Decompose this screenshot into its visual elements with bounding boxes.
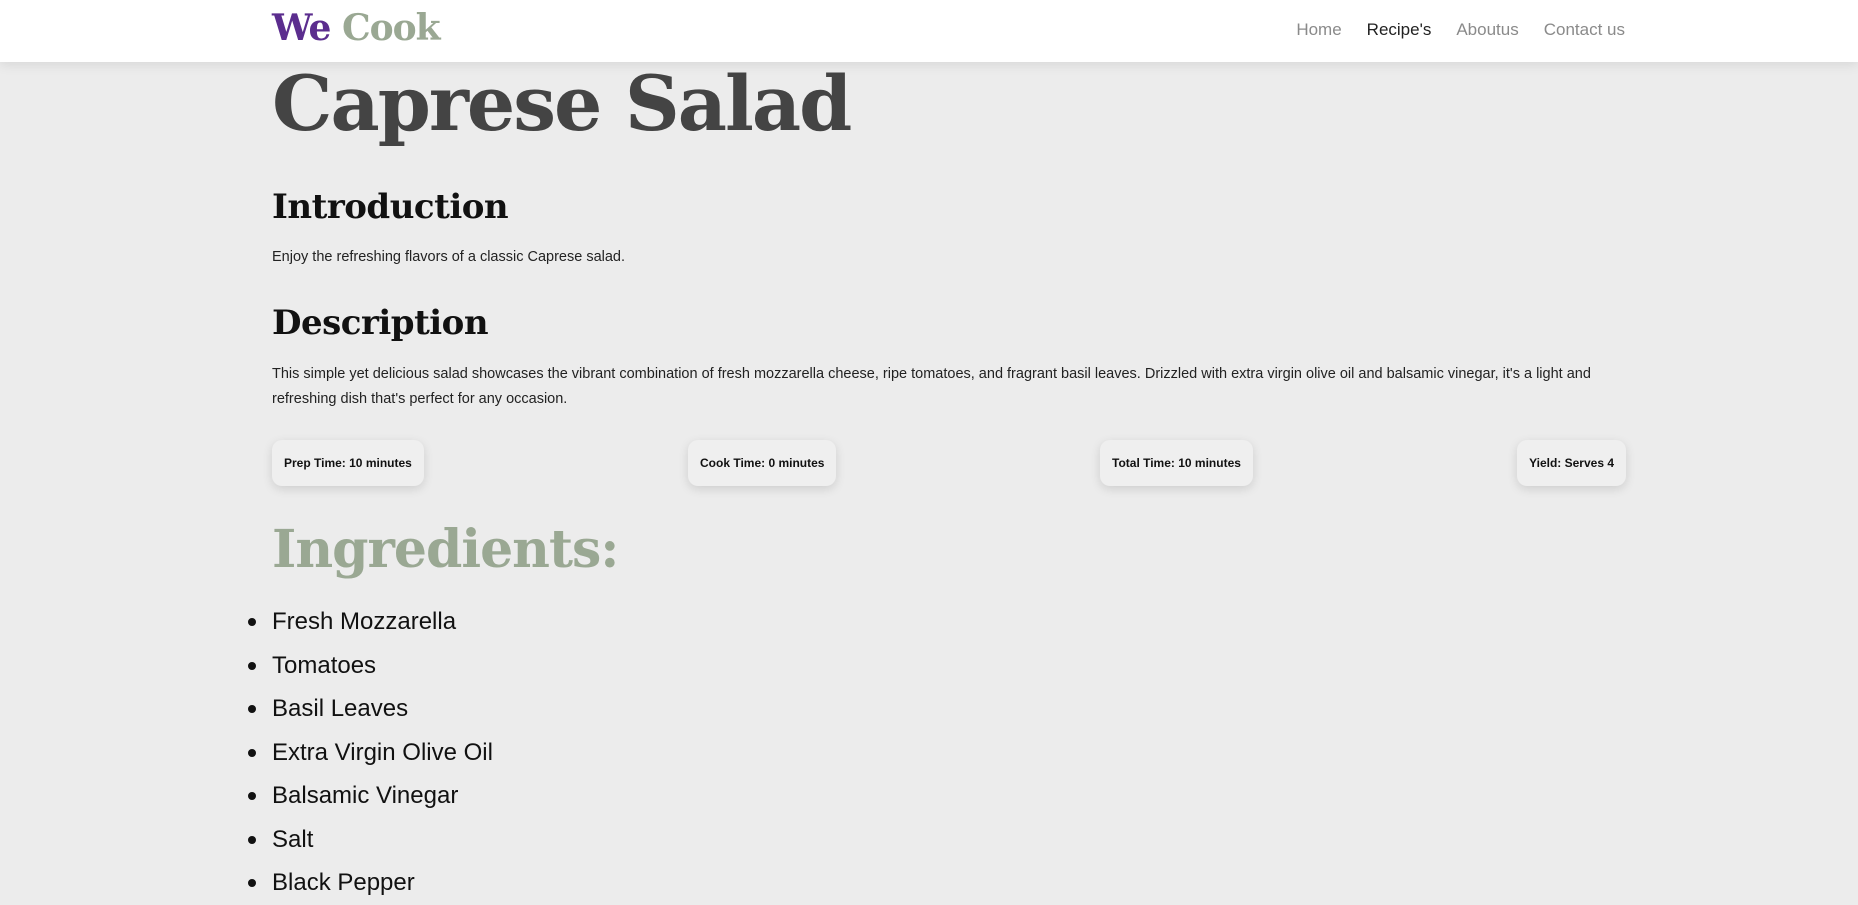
nav-link-contact[interactable]: Contact us: [1544, 19, 1625, 41]
ingredient-label: Tomatoes: [272, 651, 377, 679]
ingredient-label: Extra Virgin Olive Oil: [272, 738, 493, 766]
list-item: Tomatoes: [248, 644, 493, 688]
recipe-title: Caprese Salad: [272, 59, 852, 148]
ingredient-label: Fresh Mozzarella: [272, 608, 457, 635]
brand-cook: Cook: [341, 7, 441, 49]
list-item: Fresh Mozzarella: [248, 600, 493, 644]
description-heading: Description: [272, 303, 489, 343]
introduction-heading: Introduction: [272, 187, 509, 227]
yield-badge: Yield: Serves 4: [1517, 440, 1626, 486]
list-item: Black Pepper: [248, 861, 493, 905]
recipe-stats: Prep Time: 10 minutes Cook Time: 0 minut…: [272, 440, 1626, 486]
cook-time-badge: Cook Time: 0 minutes: [688, 440, 837, 486]
top-navbar: We Cook Home Recipe's Aboutus Contact us: [0, 0, 1858, 62]
list-item: Salt: [248, 818, 493, 862]
bullet-icon: [248, 661, 256, 670]
nav-link-aboutus[interactable]: Aboutus: [1456, 19, 1518, 41]
list-item: Extra Virgin Olive Oil: [248, 731, 493, 775]
ingredients-heading: Ingredients:: [272, 519, 619, 580]
brand-we: We: [272, 7, 331, 49]
introduction-text: Enjoy the refreshing flavors of a classi…: [272, 249, 626, 265]
ingredient-label: Salt: [272, 825, 314, 853]
total-time-badge: Total Time: 10 minutes: [1100, 440, 1253, 486]
ingredients-list: Fresh Mozzarella Tomatoes Basil Leaves E…: [248, 600, 493, 905]
ingredient-label: Black Pepper: [272, 869, 415, 896]
bullet-icon: [248, 792, 256, 800]
bullet-icon: [248, 705, 256, 713]
bullet-icon: [248, 879, 256, 887]
bullet-icon: [248, 835, 256, 844]
list-item: Balsamic Vinegar: [248, 774, 493, 818]
bullet-icon: [248, 748, 256, 757]
bullet-icon: [248, 618, 256, 626]
prep-time-badge: Prep Time: 10 minutes: [272, 440, 424, 486]
description-text: This simple yet delicious salad showcase…: [272, 366, 1591, 407]
brand-logo[interactable]: We Cook: [272, 6, 441, 50]
nav-link-recipes[interactable]: Recipe's: [1367, 19, 1432, 41]
nav-links: Home Recipe's Aboutus Contact us: [1296, 19, 1625, 41]
ingredient-label: Balsamic Vinegar: [272, 782, 459, 809]
nav-link-home[interactable]: Home: [1296, 19, 1341, 41]
ingredient-label: Basil Leaves: [272, 695, 409, 722]
list-item: Basil Leaves: [248, 687, 493, 731]
